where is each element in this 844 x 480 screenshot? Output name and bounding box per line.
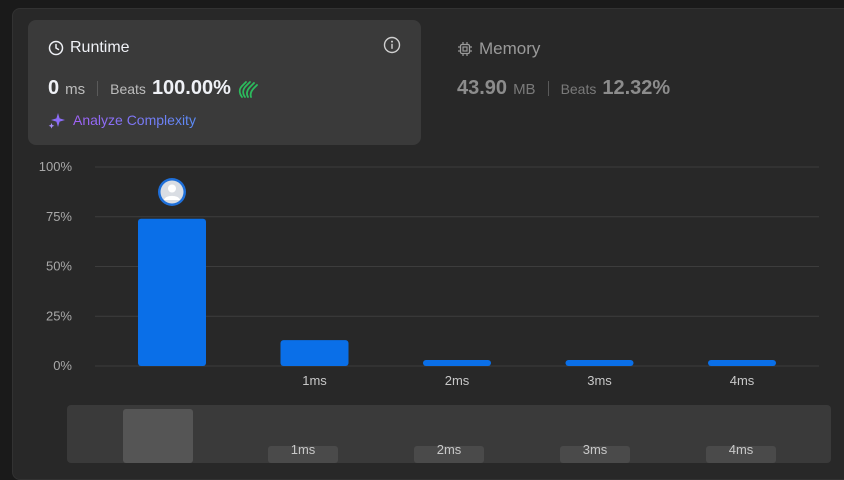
info-icon[interactable]	[383, 36, 401, 54]
memory-unit: MB	[513, 81, 536, 98]
sparkle-icon	[48, 113, 65, 129]
runtime-value: 0	[48, 77, 60, 99]
memory-stat: 43.90 MB Beats 12.32%	[457, 77, 670, 100]
memory-beats-label: Beats	[560, 81, 597, 97]
runtime-beats-value: 100.00%	[151, 77, 231, 99]
memory-title-label: Memory	[479, 39, 541, 58]
runtime-unit: ms	[65, 81, 86, 98]
runtime-title: Runtime	[48, 39, 130, 57]
runtime-stat: 0 ms Beats 100.00%	[48, 77, 259, 100]
memory-value: 43.90	[457, 77, 508, 99]
memory-title: Memory	[457, 39, 540, 59]
divider	[97, 81, 99, 96]
analyze-complexity-link[interactable]: Analyze Complexity	[48, 111, 196, 129]
memory-card[interactable]: Memory	[457, 39, 540, 59]
runtime-beats-label: Beats	[110, 81, 146, 97]
runtime-title-label: Runtime	[70, 39, 130, 56]
chip-icon	[458, 42, 472, 56]
divider	[547, 81, 549, 96]
analyze-complexity-label: Analyze Complexity	[73, 112, 196, 128]
memory-beats-value: 12.32%	[602, 77, 671, 99]
clap-icon	[238, 80, 258, 98]
clock-icon	[48, 40, 64, 56]
